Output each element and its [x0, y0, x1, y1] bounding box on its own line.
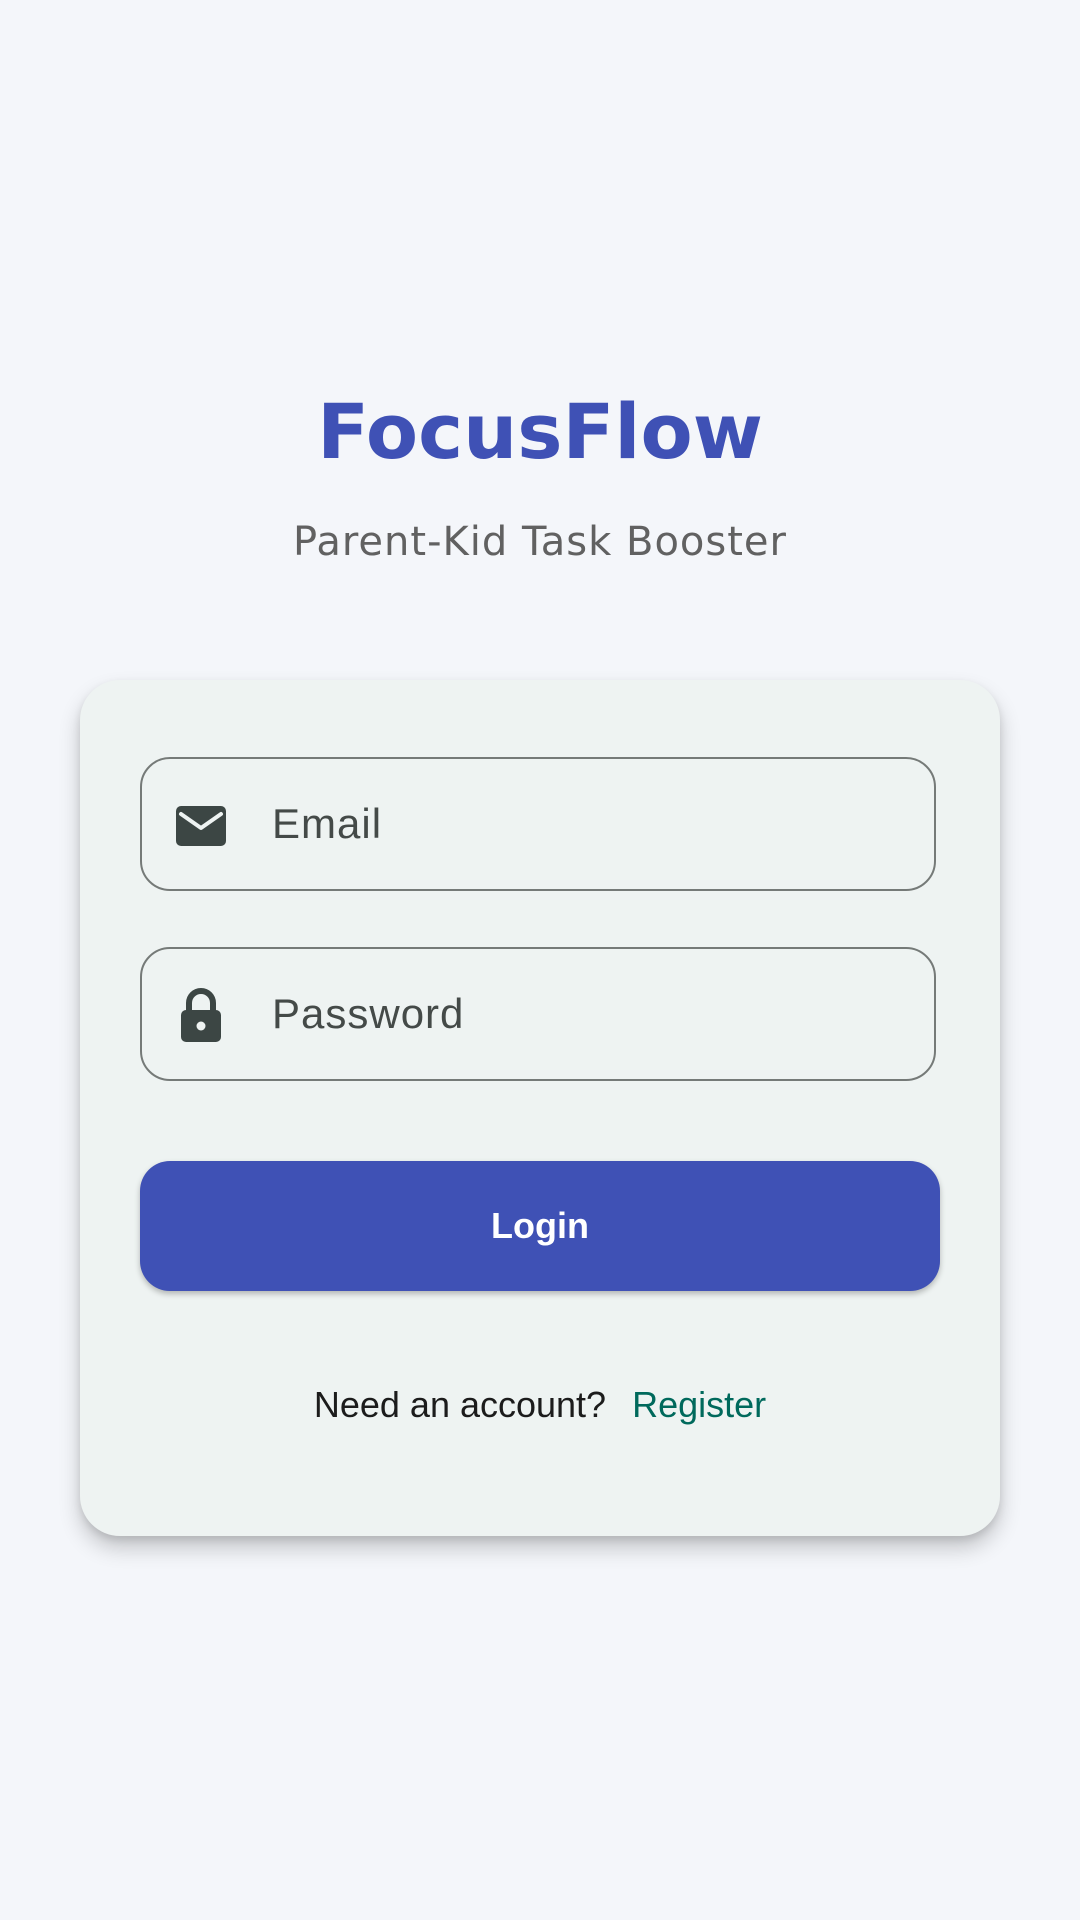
register-prompt: Need an account? — [313, 1384, 607, 1425]
register-row: Need an account? Register — [80, 1380, 1000, 1430]
app-title: FocusFlow — [317, 387, 763, 476]
envelope-icon — [174, 799, 228, 853]
login-button[interactable]: Login — [140, 1161, 940, 1291]
register-link[interactable]: Register — [632, 1384, 766, 1425]
login-card: Login Need an account? Register — [80, 680, 1000, 1536]
password-field[interactable] — [140, 947, 936, 1081]
password-input[interactable] — [272, 949, 902, 1078]
email-input[interactable] — [272, 759, 902, 888]
lock-icon — [174, 988, 228, 1043]
app-subtitle: Parent-Kid Task Booster — [293, 519, 787, 565]
email-field[interactable] — [140, 757, 936, 891]
